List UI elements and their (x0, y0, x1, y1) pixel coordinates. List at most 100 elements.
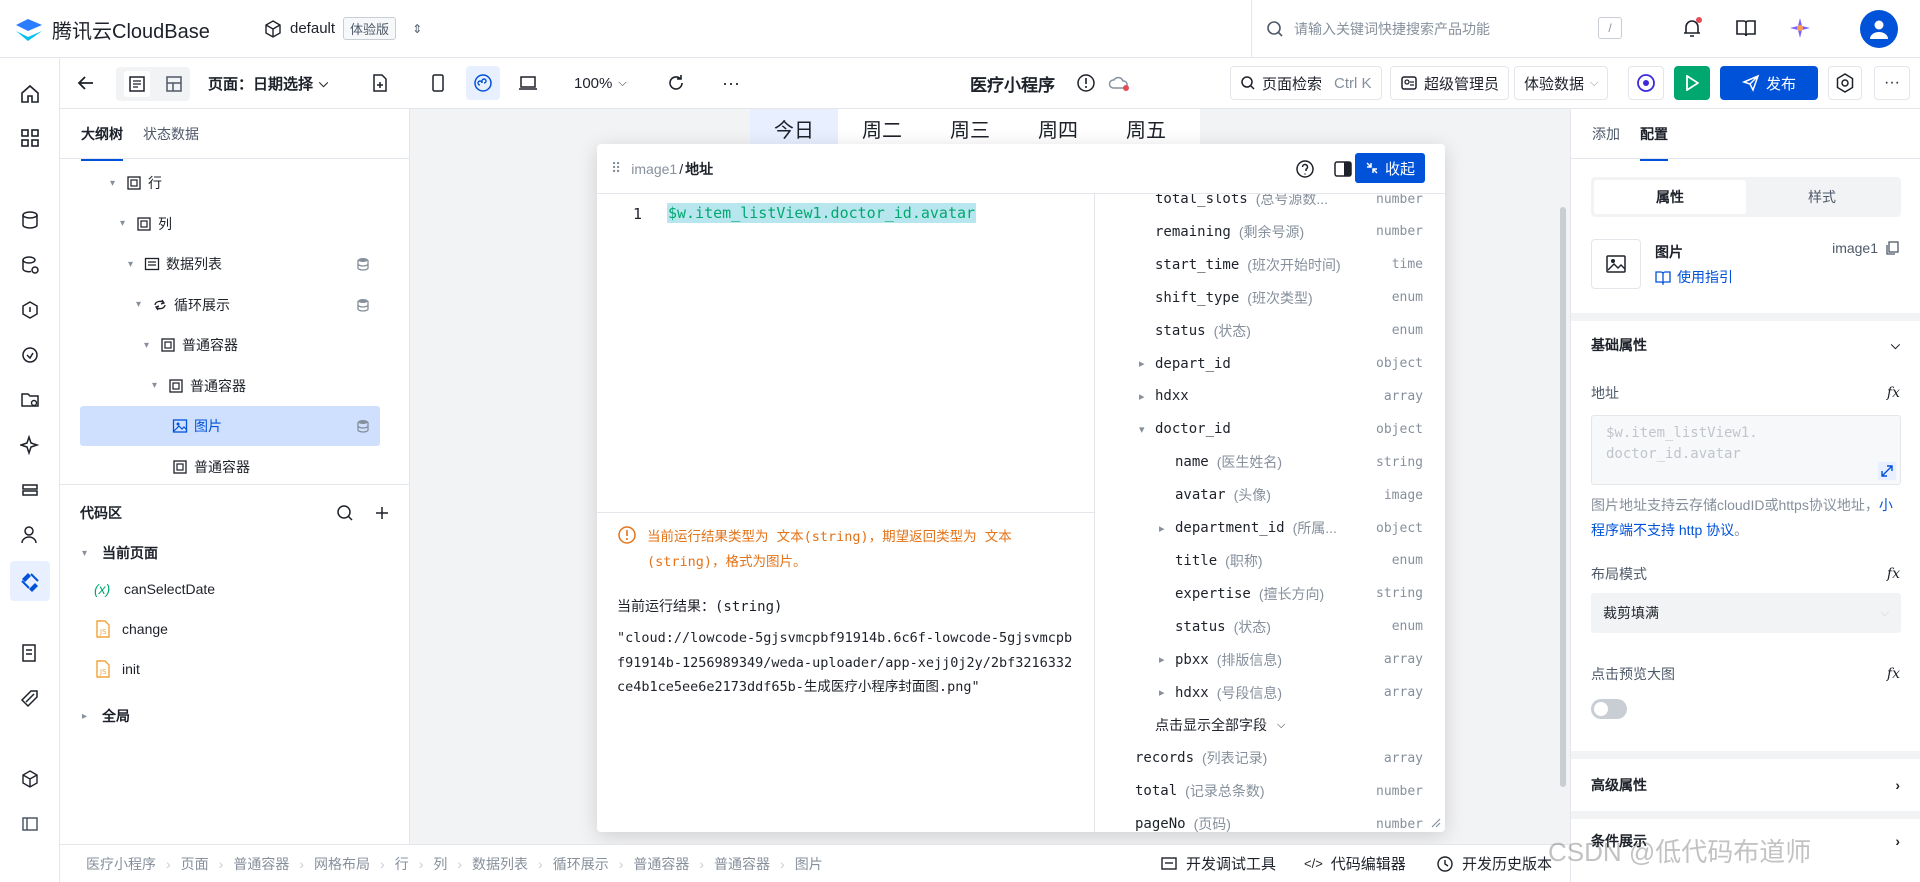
field-row[interactable]: name (医生姓名) string (1095, 446, 1445, 478)
add-page-button[interactable] (370, 66, 390, 100)
basic-props-header[interactable]: 基础属性 ⌵ (1591, 323, 1900, 367)
nav-rocket-icon[interactable] (16, 684, 44, 712)
fx-icon[interactable]: fx (1887, 385, 1900, 401)
nav-stack-icon[interactable] (16, 476, 44, 504)
global-group[interactable]: ▸ 全局 (82, 696, 130, 736)
field-row[interactable]: shift_type (班次类型) enum (1095, 282, 1445, 314)
current-page-group[interactable]: ▾ 当前页面 (82, 533, 158, 573)
notification-icon[interactable] (1680, 16, 1704, 40)
breadcrumb-item[interactable]: 行 (395, 854, 409, 874)
layout-select[interactable]: 裁剪填满 ⌵ (1591, 593, 1901, 633)
preview-eye-button[interactable] (1628, 66, 1664, 100)
date-tab[interactable]: 周四 (1014, 109, 1102, 145)
canvas-scrollbar[interactable] (1560, 207, 1566, 787)
search-icon[interactable] (336, 504, 354, 522)
result-value[interactable]: "cloud://lowcode-5gjsvmcpbf91914b.6c6f-l… (617, 626, 1077, 700)
resize-handle-icon[interactable] (1429, 816, 1441, 828)
more-actions-button[interactable]: ··· (1874, 66, 1910, 100)
fx-icon[interactable]: fx (1887, 666, 1900, 682)
nav-users-icon[interactable] (16, 521, 44, 549)
tab-outline[interactable]: 大纲树 (81, 124, 123, 161)
field-row[interactable]: status (状态) enum (1095, 611, 1445, 643)
breadcrumb-item[interactable]: 普通容器 (233, 854, 289, 874)
view-toggle[interactable] (116, 67, 190, 101)
miniprogram-view-button[interactable] (466, 66, 500, 100)
nav-ai-icon[interactable] (16, 431, 44, 459)
code-item[interactable]: (x) canSelectDate (94, 574, 215, 604)
global-search[interactable]: 请输入关键词快捷搜索产品功能 / (1251, 0, 1634, 57)
field-row[interactable]: remaining (剩余号源) number (1095, 216, 1445, 248)
run-button[interactable] (1674, 66, 1710, 100)
field-row[interactable]: ▸ pbxx (排版信息) array (1095, 644, 1445, 676)
breadcrumb-item[interactable]: 普通容器 (633, 854, 689, 874)
side-panel-icon[interactable] (1333, 159, 1353, 179)
code-editor[interactable]: 1 $w.item_listView1.doctor_id.avatar (597, 194, 1094, 512)
tree-node[interactable]: ▾ 循环展示 (136, 285, 370, 325)
caret-down-icon[interactable]: ▾ (136, 299, 146, 310)
nav-logs-icon[interactable] (16, 639, 44, 667)
nav-data-model-icon[interactable] (16, 251, 44, 279)
nav-database-icon[interactable] (16, 206, 44, 234)
refresh-button[interactable] (666, 66, 686, 100)
date-tab[interactable]: 周五 (1102, 109, 1190, 145)
devtools-button[interactable]: 开发调试工具 (1160, 853, 1276, 874)
tab-state-data[interactable]: 状态数据 (143, 124, 199, 144)
breadcrumb-item[interactable]: 页面 (181, 854, 209, 874)
code-item[interactable]: JS init (94, 654, 140, 684)
tree-node[interactable]: ▾ 普通容器 (152, 366, 370, 406)
history-button[interactable]: 开发历史版本 (1436, 853, 1552, 874)
nav-lowcode-icon[interactable] (10, 561, 50, 601)
docs-icon[interactable] (1734, 16, 1758, 40)
nav-apps-icon[interactable] (16, 124, 44, 152)
tree-node[interactable]: 图片 (172, 406, 370, 446)
date-tab[interactable]: 今日 (750, 109, 838, 145)
role-button[interactable]: 超级管理员 (1390, 66, 1510, 100)
breadcrumb-item[interactable]: 普通容器 (714, 854, 770, 874)
page-view-icon[interactable] (123, 71, 150, 97)
tab-add[interactable]: 添加 (1592, 124, 1620, 144)
data-mode-select[interactable]: 体验数据 ⌵ (1514, 66, 1609, 100)
editor-crumb-parent[interactable]: image1 (631, 161, 677, 177)
breadcrumb-item[interactable]: 列 (433, 854, 447, 874)
field-row[interactable]: expertise (擅长方向) string (1095, 578, 1445, 610)
field-row[interactable]: total (记录总条数) number (1095, 775, 1445, 807)
code-expression[interactable]: $w.item_listView1.doctor_id.avatar (667, 203, 977, 223)
tree-node[interactable]: ▾ 列 (120, 204, 370, 244)
field-row[interactable]: start_time (班次开始时间) time (1095, 249, 1445, 281)
ai-assistant-icon[interactable] (1788, 16, 1812, 40)
collapse-button[interactable]: 收起 (1354, 153, 1425, 183)
field-row[interactable]: title (职称) enum (1095, 545, 1445, 577)
drag-handle-icon[interactable]: ⠿ (611, 160, 621, 177)
caret-down-icon[interactable]: ▾ (144, 340, 154, 351)
field-row[interactable]: records (列表记录) array (1095, 742, 1445, 774)
desktop-view-button[interactable] (518, 66, 538, 100)
more-button[interactable]: ··· (722, 66, 740, 100)
date-tab[interactable]: 周三 (926, 109, 1014, 145)
copy-icon[interactable] (1884, 240, 1900, 256)
mobile-view-button[interactable] (429, 66, 447, 100)
help-icon[interactable] (1295, 159, 1315, 179)
advanced-props-header[interactable]: 高级属性 › (1591, 759, 1900, 811)
tree-node[interactable]: 普通容器 (172, 447, 370, 485)
publish-button[interactable]: 发布 (1720, 66, 1818, 100)
breadcrumb-item[interactable]: 医疗小程序 (86, 854, 156, 874)
nav-integration-icon[interactable] (16, 341, 44, 369)
app-info-icon[interactable] (1076, 66, 1096, 100)
caret-right-icon[interactable]: ▸ (1139, 357, 1145, 370)
tree-node[interactable]: ▾ 行 (110, 163, 370, 203)
field-row[interactable]: ▸ depart_id object (1095, 348, 1445, 380)
nav-collapse-icon[interactable] (16, 810, 44, 838)
breadcrumb-item[interactable]: 图片 (795, 854, 823, 874)
caret-right-icon[interactable]: ▸ (1159, 653, 1165, 666)
tab-config[interactable]: 配置 (1640, 124, 1668, 161)
nav-function-icon[interactable] (16, 296, 44, 324)
page-selector[interactable]: 页面：日期选择 ⌵ (208, 66, 328, 100)
page-search-button[interactable]: 页面检索 Ctrl K (1230, 66, 1382, 100)
caret-right-icon[interactable]: ▸ (1159, 686, 1165, 699)
field-row[interactable]: ▸ hdxx (号段信息) array (1095, 677, 1445, 709)
preview-toggle[interactable] (1591, 699, 1627, 719)
caret-right-icon[interactable]: ▸ (1159, 522, 1165, 535)
code-item[interactable]: JS change (94, 614, 168, 644)
code-editor-button[interactable]: </> 代码编辑器 (1304, 853, 1406, 874)
date-tab[interactable]: 周二 (838, 109, 926, 145)
